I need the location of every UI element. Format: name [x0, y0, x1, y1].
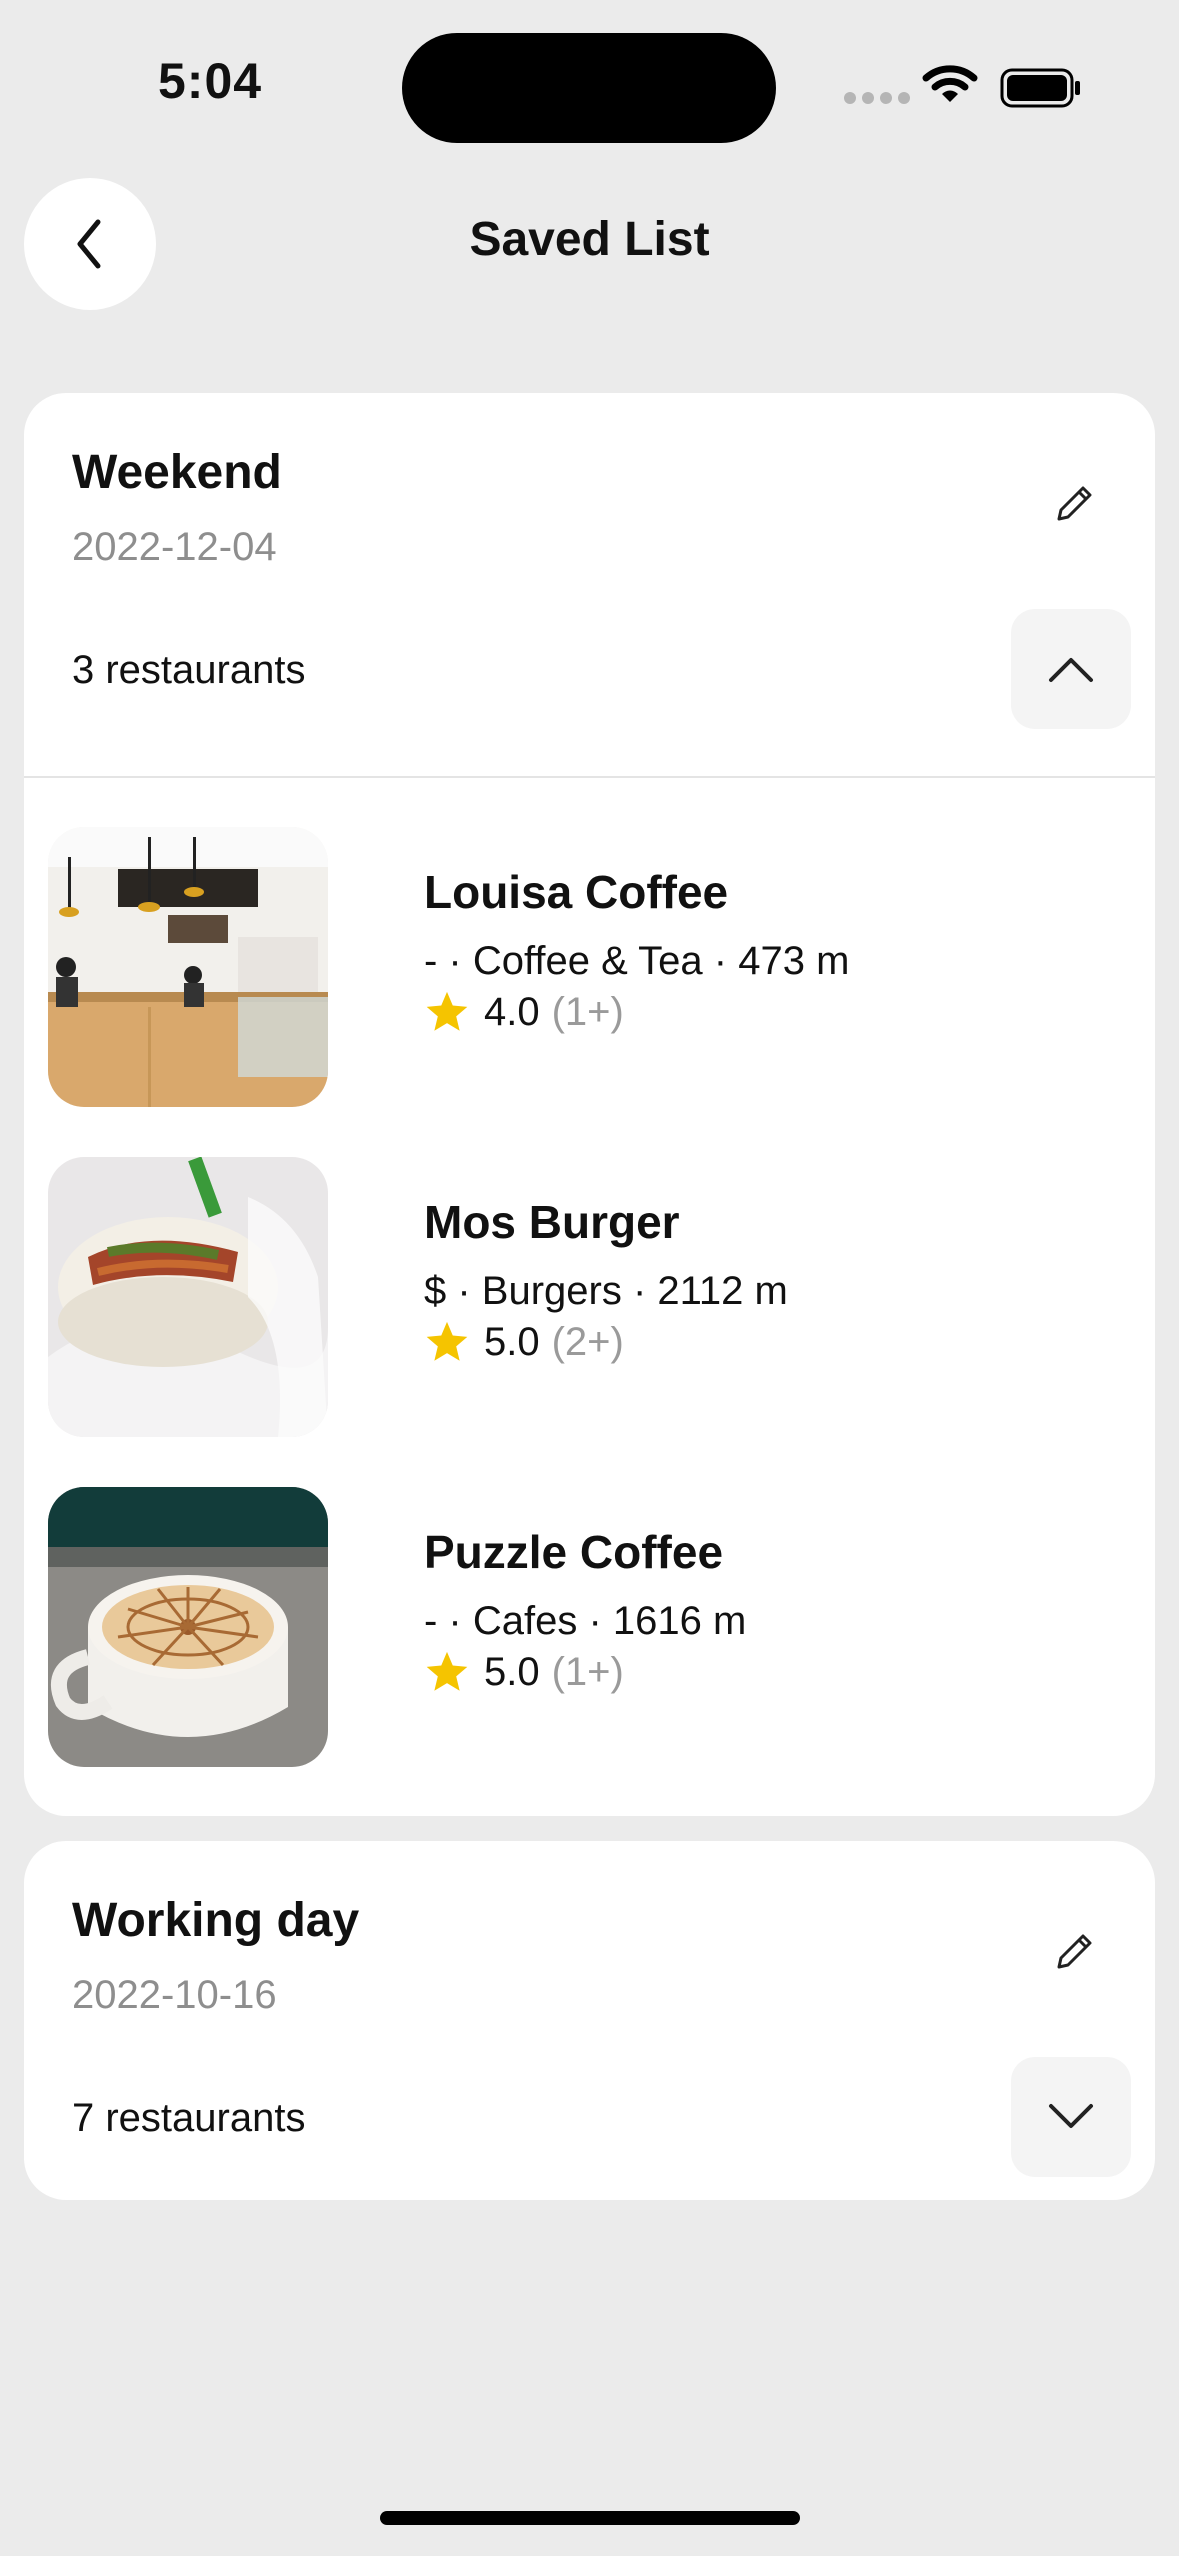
status-time: 5:04 [158, 53, 263, 109]
list-date: 2022-10-16 [72, 1973, 277, 2017]
restaurant-meta: $ · Burgers · 2112 m [424, 1269, 788, 1313]
chevron-up-icon [1049, 658, 1093, 682]
saved-list-card: Working day 2022-10-16 7 restaurants [24, 1841, 1155, 2200]
saved-list-card: Weekend 2022-12-04 3 restaurants Louisa … [24, 393, 1155, 1816]
edit-list-button[interactable] [1045, 473, 1105, 533]
expand-list-button[interactable] [1011, 2057, 1131, 2177]
restaurant-name: Louisa Coffee [424, 866, 729, 918]
list-date: 2022-12-04 [72, 525, 277, 569]
restaurant-item[interactable]: Mos Burger $ · Burgers · 2112 m 5.0 (2+) [48, 1157, 1128, 1437]
rating-value: 4.0 [484, 989, 540, 1034]
collapse-list-button[interactable] [1011, 609, 1131, 729]
battery-icon [1000, 68, 1080, 108]
list-restaurant-count: 3 restaurants [72, 648, 306, 692]
pencil-icon [1057, 486, 1092, 521]
wifi-icon [922, 65, 978, 102]
restaurant-rating: 5.0 (2+) [424, 1319, 624, 1365]
review-count: (1+) [551, 989, 624, 1034]
restaurant-photo [48, 827, 328, 1107]
restaurant-photo [48, 1157, 328, 1437]
cellular-signal-icon [844, 92, 910, 104]
list-restaurant-count: 7 restaurants [72, 2096, 306, 2140]
restaurant-rating: 5.0 (1+) [424, 1649, 624, 1695]
divider [24, 776, 1155, 778]
edit-list-button[interactable] [1045, 1921, 1105, 1981]
dynamic-island [402, 33, 776, 143]
star-icon [426, 991, 468, 1031]
star-icon [426, 1321, 468, 1361]
rating-value: 5.0 [484, 1649, 540, 1694]
review-count: (1+) [551, 1649, 624, 1694]
restaurant-item[interactable]: Louisa Coffee - · Coffee & Tea · 473 m 4… [48, 827, 1128, 1107]
review-count: (2+) [551, 1319, 624, 1364]
restaurant-meta: - · Cafes · 1616 m [424, 1599, 747, 1643]
restaurant-name: Puzzle Coffee [424, 1526, 724, 1578]
restaurant-meta: - · Coffee & Tea · 473 m [424, 939, 850, 983]
restaurant-rating: 4.0 (1+) [424, 989, 624, 1035]
restaurant-name: Mos Burger [424, 1196, 680, 1248]
home-indicator[interactable] [380, 2511, 800, 2525]
chevron-down-icon [1049, 2104, 1093, 2128]
page-title: Saved List [469, 213, 710, 266]
list-name: Weekend [72, 446, 282, 499]
list-name: Working day [72, 1894, 360, 1947]
star-icon [426, 1651, 468, 1691]
pencil-icon [1057, 1934, 1092, 1969]
restaurant-photo [48, 1487, 328, 1767]
rating-value: 5.0 [484, 1319, 540, 1364]
restaurant-item[interactable]: Puzzle Coffee - · Cafes · 1616 m 5.0 (1+… [48, 1487, 1128, 1767]
